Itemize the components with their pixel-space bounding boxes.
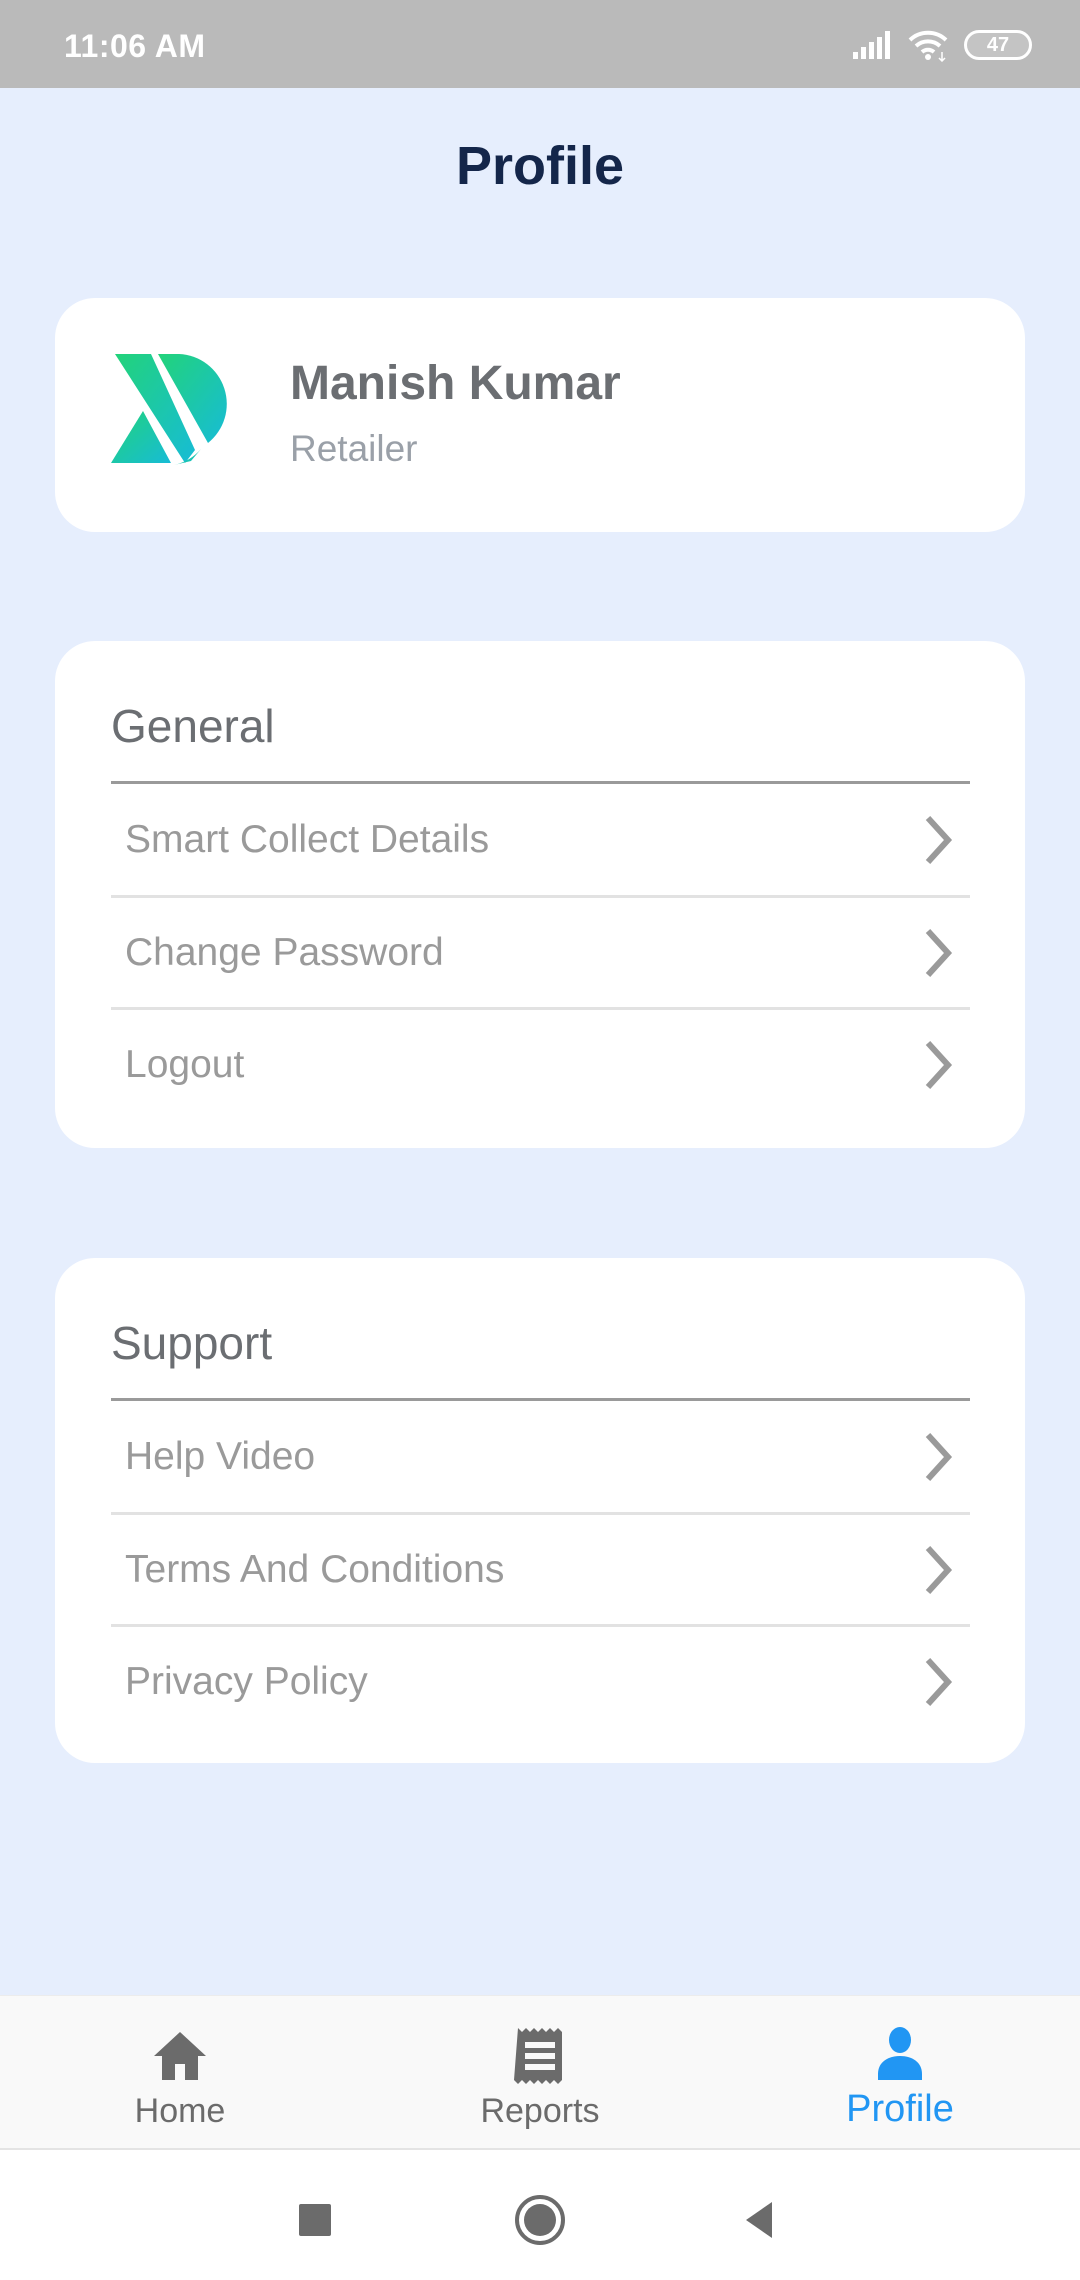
home-system-button[interactable] [510,2190,570,2250]
person-icon [878,2027,922,2080]
menu-item-label: Help Video [125,1435,316,1478]
status-bar: 11:06 AM 47 [0,0,1080,88]
menu-item-logout[interactable]: Logout [111,1009,970,1121]
recents-icon [299,2204,331,2236]
support-section-card: Support Help Video Terms And Conditions … [55,1258,1025,1763]
chevron-right-icon [925,1545,953,1595]
system-navigation-bar [0,2150,1080,2280]
menu-item-label: Logout [125,1043,245,1086]
recents-button[interactable] [285,2190,345,2250]
menu-item-privacy-policy[interactable]: Privacy Policy [111,1626,970,1738]
section-title-general: General [111,700,275,752]
status-time: 11:06 AM [64,28,206,64]
nav-label: Home [134,2092,226,2130]
home-circle-icon [515,2195,565,2245]
chevron-right-icon [925,928,953,978]
profile-card: Manish Kumar Retailer [55,298,1025,532]
chevron-right-icon [925,1657,953,1707]
nav-item-home[interactable]: Home [60,1996,300,2151]
battery-level: 47 [986,33,1010,56]
menu-item-label: Change Password [125,931,444,974]
nav-label: Profile [846,2088,954,2130]
menu-item-label: Terms And Conditions [125,1548,505,1591]
user-role: Retailer [290,428,418,469]
home-icon [154,2032,206,2080]
bottom-navigation: Home Reports Profile [0,1995,1080,2150]
back-icon [746,2202,772,2238]
app-logo-icon [111,354,227,465]
chevron-right-icon [925,1432,953,1482]
wifi-icon [908,30,948,62]
menu-item-change-password[interactable]: Change Password [111,897,970,1009]
chevron-right-icon [925,815,953,865]
menu-item-label: Privacy Policy [125,1660,368,1703]
back-button[interactable] [730,2190,790,2250]
nav-label: Reports [480,2092,600,2130]
battery-icon: 47 [964,30,1032,60]
menu-item-label: Smart Collect Details [125,818,490,861]
receipt-icon [514,2028,562,2084]
menu-item-smart-collect-details[interactable]: Smart Collect Details [111,784,970,896]
signal-icon [853,31,890,59]
menu-item-help-video[interactable]: Help Video [111,1401,970,1513]
menu-item-terms-and-conditions[interactable]: Terms And Conditions [111,1514,970,1626]
page-title: Profile [455,136,625,196]
nav-item-reports[interactable]: Reports [420,1996,660,2151]
general-section-card: General Smart Collect Details Change Pas… [55,641,1025,1148]
nav-item-profile[interactable]: Profile [780,1996,1020,2151]
section-title-support: Support [111,1317,273,1369]
status-icons: 47 [852,28,1032,62]
chevron-right-icon [925,1040,953,1090]
user-name: Manish Kumar [290,357,621,410]
